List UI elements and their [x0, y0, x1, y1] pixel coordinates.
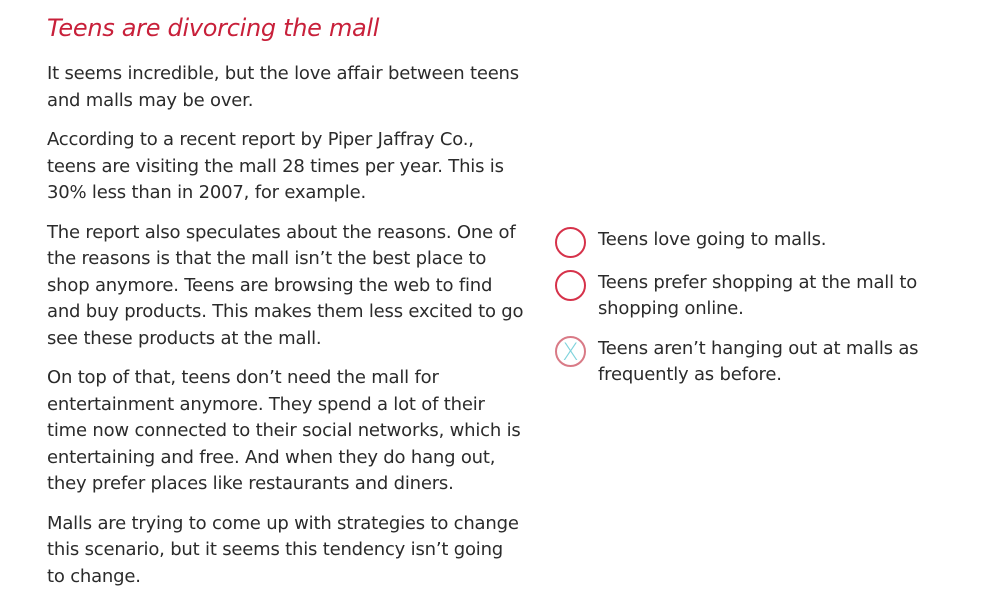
article-body: It seems incredible, but the love affair…	[47, 61, 525, 603]
answer-option-label: Teens aren’t hanging out at malls as fre…	[598, 338, 919, 385]
answer-option-2[interactable]: Teens prefer shopping at the mall to sho…	[555, 270, 975, 322]
article-paragraph: On top of that, teens don’t need the mal…	[47, 367, 521, 494]
x-mark-icon: X	[562, 337, 579, 366]
answer-option-label: Teens prefer shopping at the mall to sho…	[598, 272, 918, 319]
radio-button[interactable]	[555, 270, 586, 301]
article-paragraph: According to a recent report by Piper Ja…	[47, 129, 504, 203]
answer-option-3[interactable]: X Teens aren’t hanging out at malls as f…	[555, 336, 975, 388]
article-paragraph: The report also speculates about the rea…	[47, 221, 524, 349]
radio-button-selected[interactable]: X	[555, 336, 586, 367]
article-paragraph: It seems incredible, but the love affair…	[47, 63, 519, 111]
answer-option-label: Teens love going to malls.	[598, 229, 827, 250]
answer-options: Teens love going to malls. Teens prefer …	[555, 227, 975, 402]
radio-button[interactable]	[555, 227, 586, 258]
answer-option-1[interactable]: Teens love going to malls.	[555, 227, 975, 258]
article-paragraph: Malls are trying to come up with strateg…	[47, 512, 519, 587]
article-title: Teens are divorcing the mall	[47, 14, 380, 42]
